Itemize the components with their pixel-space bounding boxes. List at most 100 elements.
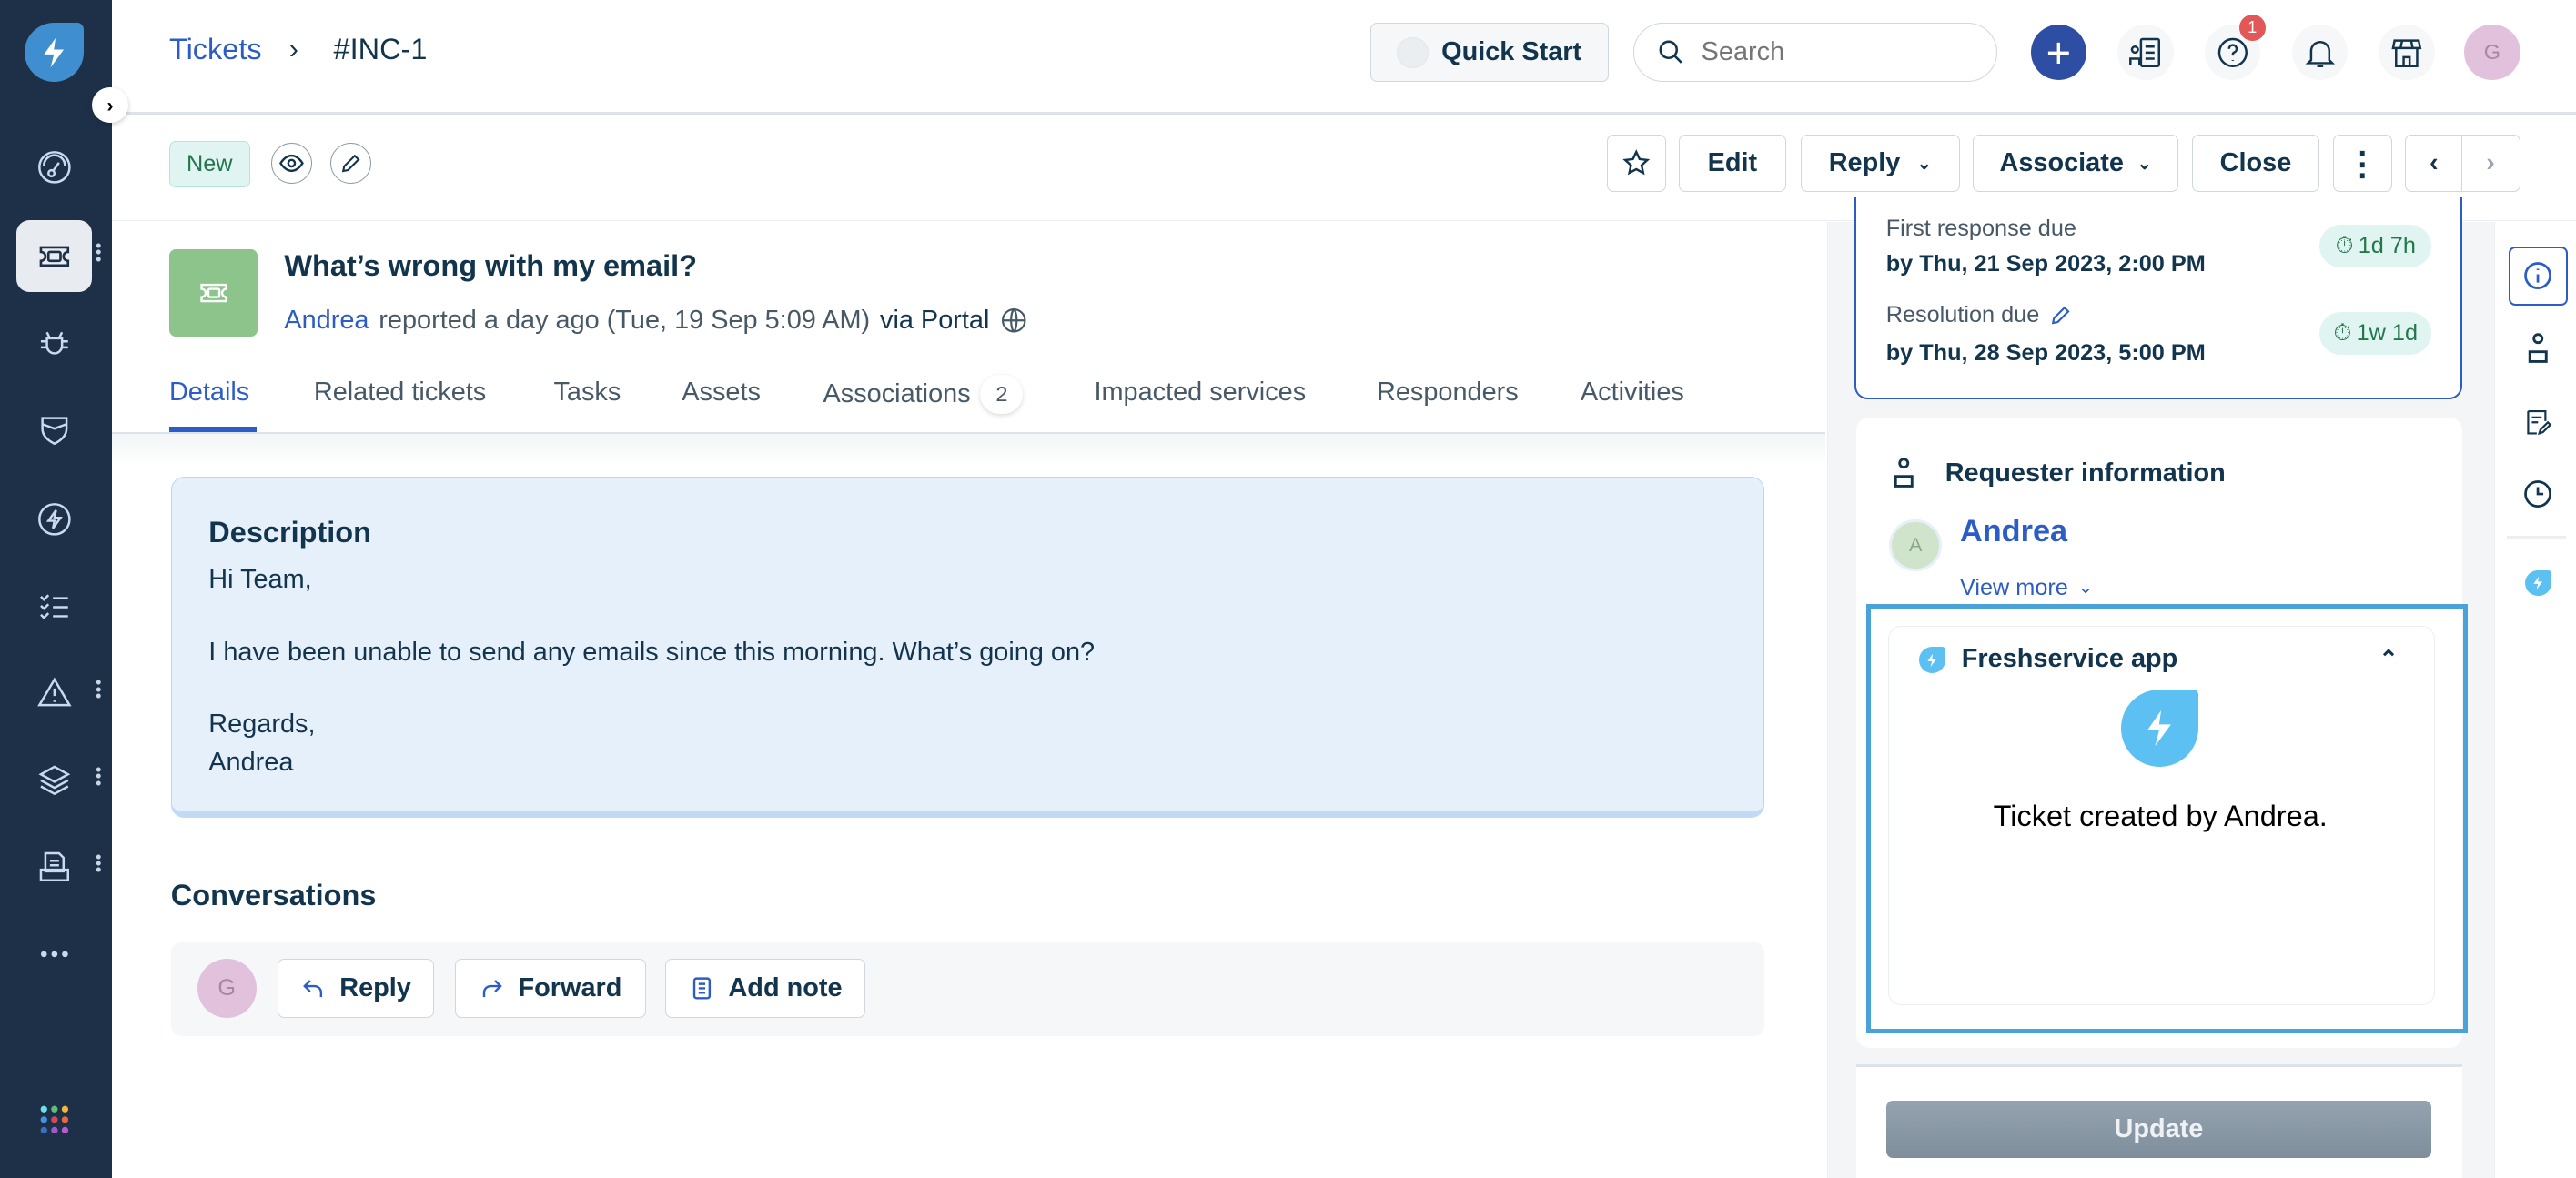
tab-associations[interactable]: Associations 2	[823, 374, 1024, 414]
create-new-button[interactable]: +	[2030, 25, 2086, 81]
requester-link[interactable]: Andrea	[284, 306, 369, 336]
breadcrumb-tickets-link[interactable]: Tickets	[169, 33, 262, 66]
associate-dropdown-button[interactable]: Associate ⌄	[1973, 135, 2179, 193]
update-button[interactable]: Update	[1885, 1100, 2432, 1158]
previous-ticket-button[interactable]: ‹	[2405, 135, 2463, 193]
more-actions-button[interactable]: ⋮	[2332, 135, 2392, 193]
tab-assets[interactable]: Assets	[682, 378, 761, 408]
forward-label: Forward	[518, 973, 622, 1003]
tab-impacted-services[interactable]: Impacted services	[1094, 378, 1306, 408]
ticket-icon	[39, 246, 69, 267]
sidebar-item-problems[interactable]	[16, 307, 92, 379]
tab-tasks[interactable]: Tasks	[553, 378, 621, 408]
globe-icon	[1002, 308, 1026, 333]
clock-icon	[2524, 480, 2552, 508]
sidebar-item-tickets[interactable]	[16, 219, 93, 293]
rail-ticket-info[interactable]	[2508, 246, 2568, 306]
freshservice-logo[interactable]	[25, 23, 85, 83]
ticket-type-icon	[168, 249, 258, 337]
collapse-widget-chevron-up-icon[interactable]: ⌃	[2379, 646, 2398, 673]
forward-icon	[483, 980, 502, 998]
bolt-icon	[44, 37, 65, 67]
reply-dropdown-button[interactable]: Reply ⌄	[1800, 135, 1960, 193]
description-line: Andrea	[208, 747, 294, 777]
store-icon	[2391, 39, 2422, 67]
ticket-subject: What’s wrong with my email?	[284, 249, 697, 283]
ticket-icon	[199, 284, 227, 303]
stopwatch-icon: ⏱	[2335, 232, 2354, 258]
resolution-remaining: 1w 1d	[2356, 320, 2419, 346]
app-logo-icon	[2120, 690, 2198, 768]
service-catalog-button[interactable]	[2117, 25, 2174, 81]
rail-freshservice-app[interactable]	[2509, 553, 2568, 612]
tab-related-tickets[interactable]: Related tickets	[314, 378, 486, 408]
alerts-more-dots[interactable]: • • •	[94, 674, 104, 703]
sidebar-item-tasks[interactable]	[16, 570, 92, 642]
sidebar-item-more[interactable]	[16, 918, 92, 990]
conversation-reply-button[interactable]: Reply	[278, 959, 434, 1019]
quick-start-label: Quick Start	[1441, 37, 1582, 67]
active-tab-indicator	[168, 427, 257, 432]
status-badge: New	[168, 141, 250, 187]
sidebar-item-changes[interactable]	[16, 394, 92, 466]
bell-icon	[2305, 40, 2335, 67]
chevron-left-icon: ‹	[2430, 148, 2439, 178]
watch-button[interactable]	[270, 143, 313, 185]
freshservice-app-icon	[2525, 569, 2551, 597]
next-ticket-button[interactable]: ›	[2460, 135, 2520, 193]
edit-button[interactable]: Edit	[1679, 135, 1786, 193]
app-switcher[interactable]	[16, 1084, 92, 1156]
tab-activities[interactable]: Activities	[1581, 378, 1684, 408]
sidebar-item-assets[interactable]	[16, 744, 92, 816]
plus-icon: +	[2046, 28, 2071, 76]
solutions-more-dots[interactable]: • • •	[94, 849, 104, 878]
conversations-title: Conversations	[170, 878, 377, 911]
notifications-button[interactable]	[2291, 25, 2349, 81]
tabs-shadow	[111, 433, 1825, 467]
description-line: I have been unable to send any emails si…	[208, 637, 1096, 667]
rail-requester[interactable]	[2509, 318, 2568, 378]
requester-name-link[interactable]: Andrea	[1960, 514, 2067, 549]
assets-more-dots[interactable]: • • •	[94, 761, 104, 790]
user-avatar[interactable]: G	[2464, 25, 2520, 81]
star-icon	[1622, 149, 1651, 176]
sidebar-item-releases[interactable]	[16, 483, 92, 555]
close-ticket-button[interactable]: Close	[2191, 135, 2320, 193]
checklist-icon	[39, 594, 68, 620]
sidebar-item-dashboard[interactable]	[16, 131, 92, 203]
more-horizontal-icon	[40, 951, 68, 958]
agent-avatar: G	[197, 959, 257, 1019]
rail-notes[interactable]	[2509, 393, 2568, 452]
tab-responders[interactable]: Responders	[1377, 378, 1519, 408]
tickets-more-dots[interactable]: • • •	[94, 237, 104, 267]
catalog-icon	[2129, 37, 2161, 67]
forward-button[interactable]: Forward	[455, 959, 646, 1019]
marketplace-button[interactable]	[2379, 25, 2435, 81]
tab-details[interactable]: Details	[169, 378, 249, 408]
first-response-date: by Thu, 21 Sep 2023, 2:00 PM	[1885, 251, 2206, 277]
info-icon	[2524, 262, 2552, 290]
app-widget-message: Ticket created by Andrea.	[1993, 800, 2328, 833]
rail-timesheet[interactable]	[2509, 465, 2568, 524]
kebab-icon: ⋮	[2346, 145, 2379, 183]
associations-count: 2	[980, 374, 1024, 414]
resolution-timer: ⏱ 1w 1d	[2319, 312, 2432, 355]
resolution-date: by Thu, 28 Sep 2023, 5:00 PM	[1885, 339, 2206, 366]
bolt-circle-icon	[37, 502, 71, 536]
first-response-label: First response due	[1885, 215, 2076, 241]
edit-subject-button[interactable]	[329, 143, 372, 185]
source-text: via Portal	[880, 305, 990, 335]
search-box[interactable]	[1632, 23, 1998, 83]
add-note-button[interactable]: Add note	[665, 959, 866, 1019]
resolution-label-text: Resolution due	[1885, 302, 2040, 328]
sidebar-item-alerts[interactable]	[16, 657, 92, 729]
star-button[interactable]	[1606, 135, 1666, 193]
sidebar-item-solutions[interactable]	[16, 831, 92, 903]
sidebar-expand-button[interactable]: ›	[92, 86, 128, 124]
view-more-link[interactable]: View more ⌄	[1960, 575, 2093, 601]
help-icon	[2217, 37, 2248, 67]
quick-start-button[interactable]: Quick Start	[1369, 23, 1609, 83]
eye-icon	[279, 155, 304, 173]
search-input[interactable]	[1698, 35, 1952, 70]
pencil-icon[interactable]	[2049, 304, 2072, 327]
